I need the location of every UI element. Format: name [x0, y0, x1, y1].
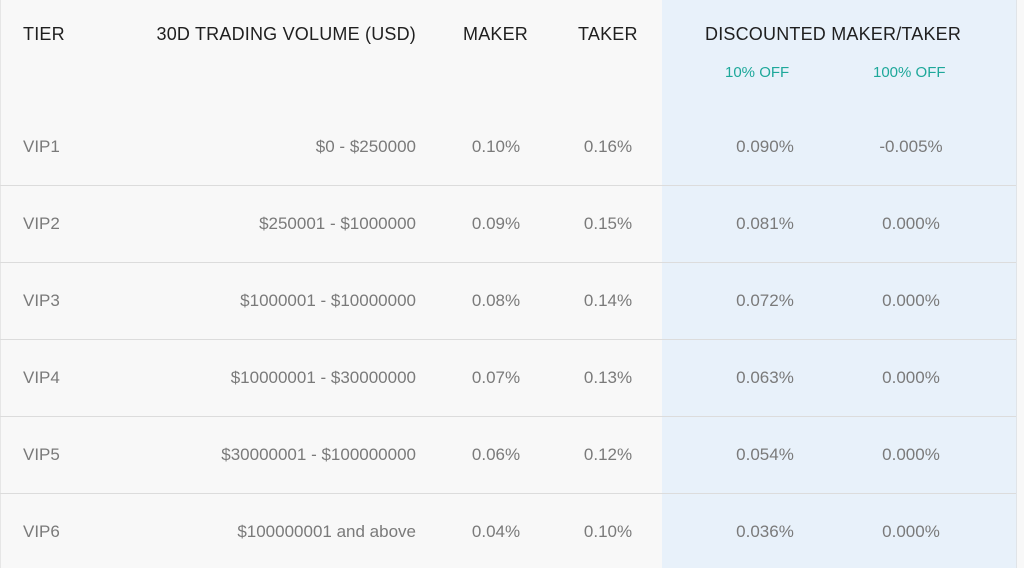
cell-discounted-maker: 0.090%: [736, 137, 794, 156]
cell-maker: 0.08%: [471, 291, 521, 310]
cell-tier: VIP5: [23, 445, 60, 464]
discount-label-taker: 100% OFF: [873, 64, 946, 81]
cell-volume: $10000001 - $30000000: [230, 368, 416, 387]
header-tier: TIER: [23, 24, 65, 44]
table-row: VIP2 $250001 - $1000000 0.09% 0.15% 0.081% 0.…: [0, 185, 1016, 262]
fee-tier-table: TIER 30D TRADING VOLUME (USD) MAKER TAKE…: [0, 0, 1024, 568]
cell-discounted-taker: 0.000%: [882, 522, 940, 541]
cell-maker: 0.04%: [471, 522, 521, 541]
table-row: VIP5 $30000001 - $100000000 0.06% 0.12% 0.05…: [0, 416, 1016, 493]
header-taker: TAKER: [578, 24, 638, 44]
discount-label-maker: 10% OFF: [725, 64, 790, 81]
cell-discounted-maker: 0.081%: [736, 214, 794, 233]
table-right-border: [1016, 0, 1017, 568]
cell-discounted-maker: 0.072%: [736, 291, 794, 310]
cell-maker: 0.09%: [471, 214, 521, 233]
cell-tier: VIP3: [23, 291, 60, 310]
header-volume: 30D TRADING VOLUME (USD): [156, 24, 416, 44]
cell-taker: 0.15%: [583, 214, 633, 233]
cell-discounted-taker: -0.005%: [879, 137, 943, 156]
header-discounted: DISCOUNTED MAKER/TAKER: [705, 24, 962, 44]
table-row: VIP6 $100000001 and above 0.04% 0.10% 0.036%…: [0, 493, 1016, 568]
cell-maker: 0.07%: [471, 368, 521, 387]
cell-taker: 0.10%: [583, 522, 633, 541]
cell-discounted-taker: 0.000%: [882, 214, 940, 233]
cell-tier: VIP4: [23, 368, 60, 387]
table-row: VIP1 $0 - $250000 0.10% 0.16% 0.090% -0.005%: [0, 108, 1016, 185]
table-row: VIP4 $10000001 - $30000000 0.07% 0.13% 0.063…: [0, 339, 1016, 416]
cell-discounted-taker: 0.000%: [882, 445, 940, 464]
cell-taker: 0.16%: [583, 137, 633, 156]
cell-discounted-taker: 0.000%: [882, 368, 940, 387]
cell-maker: 0.06%: [471, 445, 521, 464]
cell-volume: $0 - $250000: [315, 137, 416, 156]
cell-taker: 0.12%: [583, 445, 633, 464]
cell-volume: $1000001 - $10000000: [240, 291, 416, 310]
cell-tier: VIP6: [23, 522, 60, 541]
cell-discounted-taker: 0.000%: [882, 291, 940, 310]
cell-taker: 0.14%: [583, 291, 633, 310]
cell-discounted-maker: 0.036%: [736, 522, 794, 541]
table-row: VIP3 $1000001 - $10000000 0.08% 0.14% 0.072%…: [0, 262, 1016, 339]
cell-taker: 0.13%: [583, 368, 633, 387]
cell-volume: $250001 - $1000000: [259, 214, 416, 233]
cell-maker: 0.10%: [471, 137, 521, 156]
header-maker: MAKER: [463, 24, 529, 44]
cell-tier: VIP2: [23, 214, 60, 233]
cell-volume: $100000001 and above: [237, 522, 416, 541]
cell-discounted-maker: 0.063%: [736, 368, 794, 387]
cell-tier: VIP1: [23, 137, 60, 156]
cell-volume: $30000001 - $100000000: [221, 445, 416, 464]
cell-discounted-maker: 0.054%: [736, 445, 794, 464]
